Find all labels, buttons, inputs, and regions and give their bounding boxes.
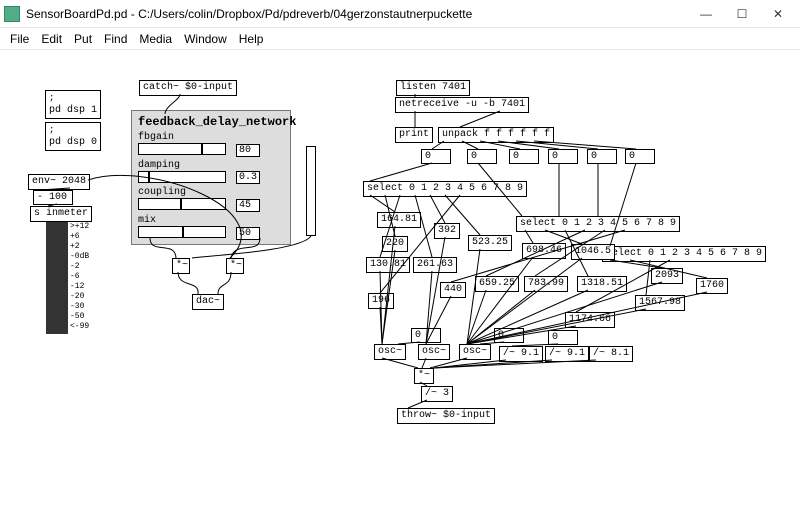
obj-select-2[interactable]: select 0 1 2 3 4 5 6 7 8 9 [516,216,680,232]
app-icon [4,6,20,22]
num-mix[interactable]: 50 [236,227,260,240]
obj-throw[interactable]: throw~ $0-input [397,408,495,424]
msg-freq[interactable]: 783.99 [524,276,568,292]
msg-freq[interactable]: 1174.66 [565,312,615,328]
num-zero[interactable]: 0 [625,149,655,164]
msg-freq[interactable]: 220 [382,236,408,252]
num-zero[interactable]: 0 [587,149,617,164]
obj-mul[interactable]: *~ [414,368,434,384]
obj-dac[interactable]: dac~ [192,294,224,310]
num-fbgain[interactable]: 80 [236,144,260,157]
msg-dsp0[interactable]: ;pd dsp 0 [45,122,101,151]
menu-help[interactable]: Help [239,32,264,46]
menu-media[interactable]: Media [139,32,172,46]
obj-div3[interactable]: /~ 3 [421,386,453,402]
fdn-title: feedback_delay_network [138,115,284,129]
obj-env[interactable]: env~ 2048 [28,174,90,190]
num-coupling[interactable]: 45 [236,199,260,212]
vu-label: +2 [70,242,80,251]
menu-edit[interactable]: Edit [41,32,62,46]
vu-label: <-99 [70,322,89,331]
obj-div[interactable]: /~ 8.1 [589,346,633,362]
obj-unpack[interactable]: unpack f f f f f f [438,127,554,143]
row-damping: damping 0.3 [138,160,284,185]
close-button[interactable]: ✕ [760,0,796,28]
obj-osc[interactable]: osc~ [459,344,491,360]
num-zero[interactable]: 0 [494,328,524,343]
msg-dsp1[interactable]: ;pd dsp 1 [45,90,101,119]
label-mix: mix [138,215,284,226]
label-fbgain: fbgain [138,132,284,143]
titlebar: SensorBoardPd.pd - C:/Users/colin/Dropbo… [0,0,800,28]
num-zero[interactable]: 0 [421,149,451,164]
obj-mul-l[interactable]: *~ [172,258,190,274]
msg-listen[interactable]: listen 7401 [396,80,470,96]
menu-find[interactable]: Find [104,32,127,46]
canvas-fdn[interactable]: feedback_delay_network fbgain 80 damping… [131,110,291,245]
obj-print[interactable]: print [395,127,433,143]
maximize-button[interactable]: ☐ [724,0,760,28]
menu-window[interactable]: Window [184,32,227,46]
vu-label: -20 [70,292,84,301]
msg-freq[interactable]: 1046.5 [571,244,615,260]
msg-freq[interactable]: 698.46 [522,243,566,259]
menubar: File Edit Put Find Media Window Help [0,28,800,50]
vu-label: +6 [70,232,80,241]
obj-inmeter[interactable]: s inmeter [30,206,92,222]
msg-freq[interactable]: 130.81 [366,257,410,273]
num-zero[interactable]: 0 [509,149,539,164]
vu-label: -2 [70,262,80,271]
msg-freq[interactable]: 440 [440,282,466,298]
vu-label: -12 [70,282,84,291]
obj-div[interactable]: /~ 9.1 [545,346,589,362]
row-fbgain: fbgain 80 [138,132,284,157]
num-damping[interactable]: 0.3 [236,171,260,184]
num-zero[interactable]: 0 [548,330,578,345]
slider-fbgain[interactable] [138,143,226,155]
num-zero[interactable]: 0 [411,328,441,343]
row-coupling: coupling 45 [138,187,284,212]
row-mix: mix 50 [138,215,284,240]
numbox-minus100[interactable]: - 100 [33,190,73,205]
obj-catch[interactable]: catch~ $0-input [139,80,237,96]
vu-label: -6 [70,272,80,281]
slider-coupling[interactable] [138,198,226,210]
vu-label: -0dB [70,252,89,261]
obj-mul-r[interactable]: *~ [226,258,244,274]
msg-freq[interactable]: 659.25 [475,276,519,292]
vslider[interactable] [306,146,316,236]
obj-select-1[interactable]: select 0 1 2 3 4 5 6 7 8 9 [363,181,527,197]
slider-damping[interactable] [138,171,226,183]
num-zero[interactable]: 0 [467,149,497,164]
msg-freq[interactable]: 1567.98 [635,295,685,311]
label-damping: damping [138,160,284,171]
obj-osc[interactable]: osc~ [374,344,406,360]
vu-label: -50 [70,312,84,321]
menu-put[interactable]: Put [74,32,92,46]
msg-freq[interactable]: 164.81 [377,212,421,228]
msg-freq[interactable]: 196 [368,293,394,309]
msg-freq[interactable]: 392 [434,223,460,239]
msg-freq[interactable]: 261.63 [413,257,457,273]
window-title: SensorBoardPd.pd - C:/Users/colin/Dropbo… [26,7,688,21]
menu-file[interactable]: File [10,32,29,46]
num-zero[interactable]: 0 [548,149,578,164]
obj-div[interactable]: /~ 9.1 [499,346,543,362]
vu-meter: >+12 +6 +2 -0dB -2 -6 -12 -20 -30 -50 <-… [46,222,68,334]
obj-select-3[interactable]: select 0 1 2 3 4 5 6 7 8 9 [602,246,766,262]
vu-label: -30 [70,302,84,311]
msg-freq[interactable]: 2093 [651,268,683,284]
msg-freq[interactable]: 1760 [696,278,728,294]
minimize-button[interactable]: — [688,0,724,28]
slider-mix[interactable] [138,226,226,238]
label-coupling: coupling [138,187,284,198]
obj-osc[interactable]: osc~ [418,344,450,360]
vu-label: >+12 [70,222,89,231]
msg-freq[interactable]: 1318.51 [577,276,627,292]
msg-freq[interactable]: 523.25 [468,235,512,251]
patch-canvas[interactable]: ;pd dsp 1 ;pd dsp 0 env~ 2048 - 100 s in… [0,50,800,509]
obj-netreceive[interactable]: netreceive -u -b 7401 [395,97,529,113]
